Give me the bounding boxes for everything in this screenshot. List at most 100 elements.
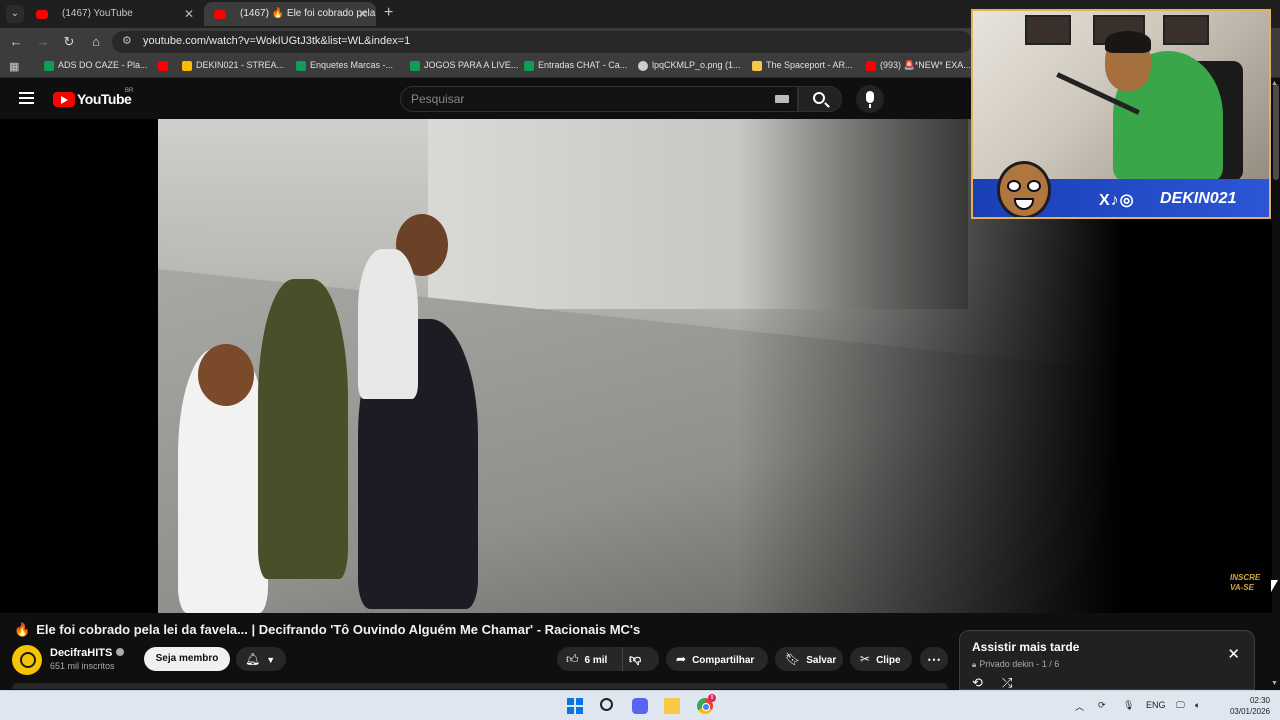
- share-button[interactable]: ➦ Compartilhar: [666, 647, 768, 671]
- channel-name[interactable]: DecifraHITS: [50, 647, 125, 659]
- save-label: Salvar: [806, 655, 837, 666]
- windows-taskbar: 9 ︿ ⟳ 🎙︎ ENG 🖵︎ 🔈︎ 02:30 03/01/2026: [0, 690, 1280, 720]
- taskbar-search-icon[interactable]: [600, 698, 613, 711]
- close-tab-icon[interactable]: ✕: [358, 2, 368, 26]
- discord-icon[interactable]: [632, 698, 648, 714]
- description-box[interactable]: [12, 683, 948, 689]
- new-tab-button[interactable]: +: [384, 4, 393, 22]
- bookmark-item[interactable]: Entradas CHAT - Ca...: [524, 60, 627, 71]
- sheets-icon: [44, 61, 54, 71]
- home-icon[interactable]: ⌂: [88, 34, 104, 49]
- system-clock[interactable]: 02:30 03/01/2026: [1218, 695, 1270, 717]
- notifications-button[interactable]: 🔔︎ ▼: [236, 647, 286, 671]
- search-input[interactable]: [411, 91, 761, 107]
- scroll-down-icon[interactable]: ▼: [1271, 680, 1278, 687]
- playlist-title[interactable]: Assistir mais tarde: [972, 640, 1079, 654]
- youtube-wordmark[interactable]: YouTube: [77, 91, 132, 107]
- clip-label: Clipe: [876, 655, 901, 666]
- thumbs-up-icon: 👍︎: [566, 652, 579, 666]
- loop-icon[interactable]: ⟲: [972, 675, 983, 691]
- search-button[interactable]: [798, 86, 842, 112]
- site-info-icon[interactable]: ⚙: [122, 34, 132, 47]
- like-count: 6 mil: [584, 655, 608, 666]
- social-icons: X♪◎: [1099, 192, 1135, 209]
- wall-poster: [1025, 15, 1071, 45]
- more-actions-button[interactable]: ⋯: [920, 647, 948, 671]
- menu-icon[interactable]: [19, 92, 34, 104]
- chrome-badge: 9: [708, 694, 716, 702]
- file-explorer-icon[interactable]: [664, 698, 680, 714]
- bookmark-item[interactable]: (993) 🚨*NEW* EXA...: [866, 60, 971, 71]
- microphone-icon: [866, 91, 874, 108]
- keyboard-icon[interactable]: [775, 95, 789, 103]
- network-icon[interactable]: 🖵︎: [1176, 700, 1185, 711]
- streamer-hair: [1105, 31, 1151, 53]
- clock-time: 02:30: [1249, 696, 1270, 705]
- tab-youtube-home[interactable]: (1467) YouTube ✕: [26, 2, 202, 26]
- wall-poster: [1163, 15, 1209, 45]
- subscriber-count: 651 mil inscritos: [50, 661, 115, 671]
- youtube-icon: [866, 61, 876, 71]
- sheets-icon: [410, 61, 420, 71]
- thumbs-down-icon: 👎︎: [629, 652, 642, 666]
- drive-icon: [182, 61, 192, 71]
- bookmark-item[interactable]: Enquetes Marcas -...: [296, 60, 393, 71]
- globe-icon: [638, 61, 648, 71]
- clock-date: 03/01/2026: [1229, 707, 1270, 716]
- lock-icon: 🔒︎: [972, 660, 977, 669]
- address-bar[interactable]: ⚙ youtube.com/watch?v=WokIUGtJ3tk&list=W…: [112, 31, 972, 53]
- shuffle-icon[interactable]: ⤮: [1002, 675, 1012, 691]
- microphone-icon[interactable]: 🎙︎: [1123, 700, 1134, 711]
- bookmark-item[interactable]: The Spaceport - AR...: [752, 60, 853, 71]
- volume-icon[interactable]: 🔈︎: [1195, 700, 1200, 711]
- bookmark-item[interactable]: DEKIN021 - STREA...: [182, 60, 284, 71]
- channel-avatar[interactable]: [12, 645, 42, 675]
- clip-button[interactable]: ✂ Clipe: [850, 647, 912, 671]
- like-dislike-group: 👍︎ 6 mil 👎︎: [557, 647, 659, 671]
- scissors-icon: ✂: [860, 652, 871, 666]
- language-indicator[interactable]: ENG: [1146, 700, 1166, 710]
- mascot-avatar: [997, 161, 1051, 217]
- bookmark-item[interactable]: lpqCKMLP_o.png (1...: [638, 60, 741, 71]
- playlist-panel: Assistir mais tarde 🔒︎ Privado dekin - 1 …: [959, 630, 1255, 690]
- reload-icon[interactable]: ↻: [61, 34, 77, 50]
- verified-icon: [116, 648, 125, 656]
- back-arrow-icon[interactable]: ←: [8, 34, 24, 49]
- playlist-meta: 🔒︎ Privado dekin - 1 / 6: [972, 659, 1060, 669]
- tab-label: (1467) 🔥 Ele foi cobrado pela: [240, 8, 376, 19]
- streamer-handle: DEKIN021: [1160, 190, 1237, 207]
- sheets-icon: [524, 61, 534, 71]
- youtube-favicon-icon: [36, 10, 48, 19]
- bookmark-item[interactable]: ADS DO CAZE - Pla...: [44, 60, 148, 71]
- spaceport-icon: [752, 61, 762, 71]
- fire-icon: 🔥: [14, 622, 31, 637]
- close-icon[interactable]: ✕: [1227, 645, 1240, 663]
- search-box: [400, 86, 798, 112]
- tab-current-video[interactable]: (1467) 🔥 Ele foi cobrado pela ✕: [204, 2, 376, 26]
- url-text[interactable]: youtube.com/watch?v=WokIUGtJ3tk&list=WL&…: [143, 35, 410, 47]
- subscribe-watermark[interactable]: INSCRE VA-SE: [1230, 573, 1264, 593]
- windows-start-icon[interactable]: [567, 698, 583, 714]
- share-icon: ➦: [676, 652, 687, 666]
- bookmark-item[interactable]: JOGOS PARA A LIVE...: [410, 60, 518, 71]
- tray-chevron-icon[interactable]: ︿: [1075, 700, 1084, 713]
- youtube-icon: [158, 61, 168, 71]
- scrollbar-thumb[interactable]: [1273, 84, 1279, 180]
- streamer-webcam-overlay: X♪◎ DEKIN021: [971, 9, 1271, 219]
- tab-search-menu[interactable]: ⌄: [6, 5, 24, 23]
- share-label: Compartilhar: [692, 655, 755, 666]
- tab-label: (1467) YouTube: [62, 8, 133, 19]
- save-button[interactable]: 🔖︎ Salvar: [775, 647, 843, 671]
- chevron-down-icon: ▼: [266, 655, 276, 665]
- apps-grid-icon[interactable]: ▦: [9, 60, 19, 73]
- join-button[interactable]: Seja membro: [144, 647, 230, 671]
- sync-icon[interactable]: ⟳: [1098, 700, 1106, 711]
- dislike-button[interactable]: 👎︎: [629, 647, 657, 671]
- close-tab-icon[interactable]: ✕: [184, 2, 194, 26]
- like-button[interactable]: 👍︎ 6 mil: [557, 647, 623, 671]
- voice-search-button[interactable]: [856, 85, 884, 113]
- scroll-up-icon[interactable]: ▲: [1271, 80, 1278, 87]
- forward-arrow-icon[interactable]: →: [35, 34, 51, 49]
- search-icon: [813, 92, 825, 104]
- youtube-logo-icon[interactable]: [53, 92, 75, 107]
